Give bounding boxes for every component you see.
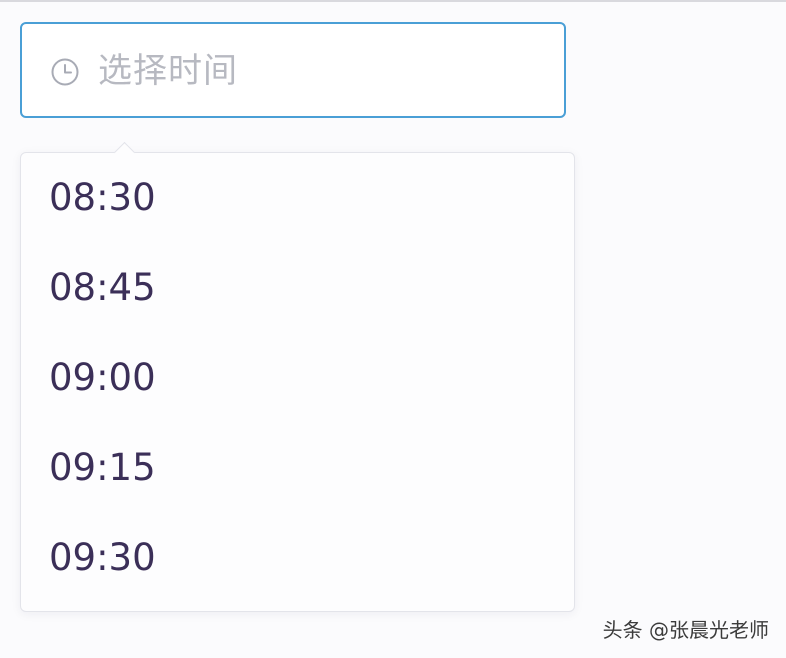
clock-icon	[50, 57, 80, 87]
time-option[interactable]: 09:00	[21, 333, 574, 423]
top-divider	[0, 0, 786, 2]
time-select-input[interactable]: 选择时间	[20, 22, 566, 118]
time-input-placeholder: 选择时间	[98, 51, 238, 91]
time-option[interactable]: 09:15	[21, 423, 574, 513]
time-options-dropdown: 08:30 08:45 09:00 09:15 09:30	[20, 141, 575, 612]
watermark: 头条 @张晨光老师	[602, 618, 769, 642]
time-option[interactable]: 08:30	[21, 153, 574, 243]
time-option[interactable]: 09:30	[21, 513, 574, 603]
time-option[interactable]: 08:45	[21, 243, 574, 333]
time-option-list: 08:30 08:45 09:00 09:15 09:30	[21, 153, 574, 603]
